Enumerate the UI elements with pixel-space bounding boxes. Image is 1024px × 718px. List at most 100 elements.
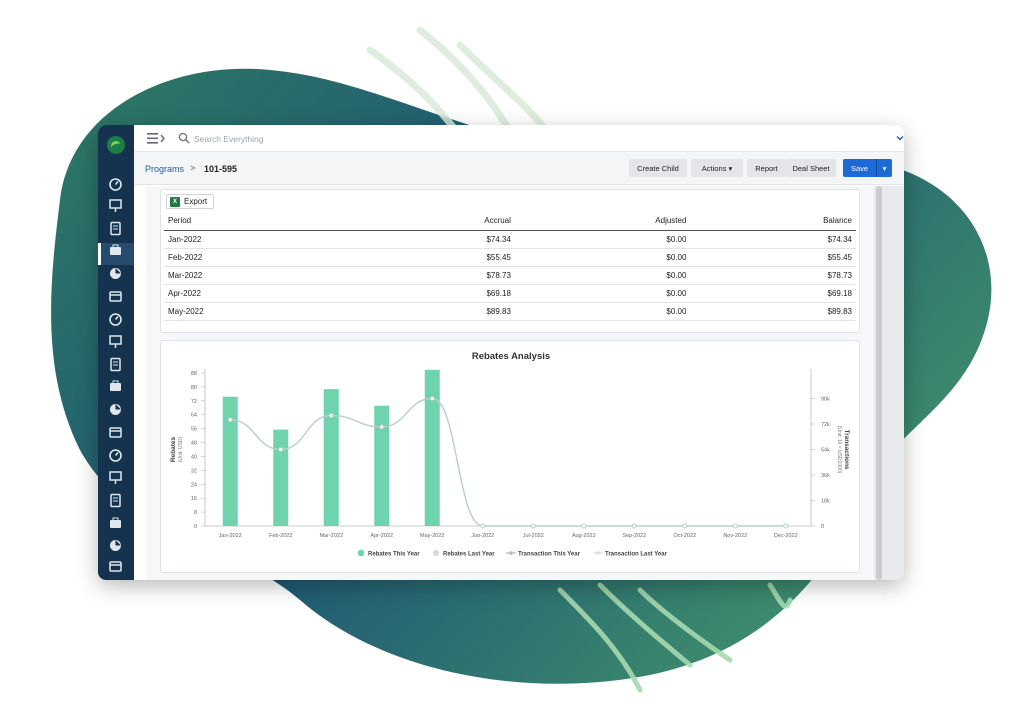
cell-period: May-2022	[164, 302, 360, 321]
excel-icon: X	[170, 196, 180, 207]
cell-adjusted: $0.00	[514, 248, 691, 267]
presentation-icon[interactable]	[108, 198, 123, 213]
bar-rebates-this-year	[222, 396, 238, 526]
point-transaction-this-year	[732, 523, 738, 529]
tag-icon[interactable]	[108, 357, 123, 372]
report-button[interactable]: Report	[747, 159, 786, 177]
y-tick-label: 48	[191, 441, 197, 447]
search-input[interactable]	[194, 130, 494, 147]
column-header-balance[interactable]: Balance	[690, 212, 856, 231]
bank-icon[interactable]	[108, 425, 123, 440]
legend-transaction-this-year-text: Transaction This Year	[518, 552, 581, 558]
export-label: Export	[184, 197, 208, 206]
save-button[interactable]: Save	[843, 159, 876, 177]
list-icon[interactable]	[108, 470, 123, 485]
cell-adjusted: $0.00	[514, 230, 691, 249]
y-tick-label: 16	[191, 496, 197, 502]
rebates-chart-card: Rebates Analysis 0 8 16 24 32 40 48 56 64 72 80 88 0 1…	[160, 340, 860, 573]
checklist-icon[interactable]	[108, 311, 123, 326]
pricing-icon[interactable]	[108, 379, 123, 394]
y-tick-label: 88	[191, 371, 197, 377]
point-transaction-this-year	[530, 523, 536, 529]
x-tick-label: Feb-2022	[269, 533, 293, 539]
cell-balance: $78.73	[690, 266, 856, 285]
table-row[interactable]: May-2022 $89.83 $0.00 $89.83	[164, 302, 856, 321]
y2-tick-label: 18k	[821, 499, 830, 505]
cell-period: Mar-2022	[164, 266, 360, 285]
create-child-button[interactable]: Create Child	[629, 159, 687, 177]
documents-icon[interactable]	[108, 243, 123, 258]
x-tick-label: Oct-2022	[673, 533, 696, 539]
save-options-button[interactable]: ▾	[876, 159, 892, 177]
top-bar	[134, 125, 904, 152]
menu-toggle-icon[interactable]	[147, 133, 165, 144]
table-header-row: Period Accrual Adjusted Balance	[164, 212, 856, 231]
accrual-table: Period Accrual Adjusted Balance Jan-2022…	[164, 212, 856, 321]
scrollbar-thumb[interactable]	[876, 186, 882, 580]
x-tick-label: May-2022	[420, 533, 444, 539]
column-header-adjusted[interactable]: Adjusted	[514, 212, 691, 231]
y-tick-label: 0	[194, 524, 197, 530]
pie-chart-icon[interactable]	[108, 402, 123, 417]
column-header-period[interactable]: Period	[164, 212, 360, 231]
y-axis-label: Rebates	[170, 436, 177, 462]
page: Programs > 101-595 Create Child Actions …	[0, 0, 1024, 718]
cell-period: Apr-2022	[164, 284, 360, 303]
contracts-icon[interactable]	[108, 334, 123, 349]
breadcrumb-separator: >	[190, 163, 196, 173]
y-tick-label: 32	[191, 468, 197, 474]
left-nav-rail	[98, 125, 134, 580]
x-tick-label: Jan-2022	[219, 533, 242, 539]
breadcrumb-bar: Programs > 101-595 Create Child Actions …	[134, 152, 904, 185]
app-window: Programs > 101-595 Create Child Actions …	[98, 125, 904, 580]
legend-rebates-this-year-marker	[357, 549, 365, 557]
deal-sheet-button[interactable]: Deal Sheet	[786, 159, 836, 177]
actions-dropdown-button[interactable]: Actions ▾	[691, 159, 743, 177]
rebates-chart: Rebates Analysis 0 8 16 24 32 40 48 56 64 72 80 88 0 1…	[170, 351, 850, 558]
briefcase-icon[interactable]	[108, 266, 123, 281]
y2-tick-label: 90k	[821, 397, 830, 403]
bar-rebates-this-year	[323, 389, 339, 526]
chevron-down-icon[interactable]	[896, 134, 904, 142]
dashboard-icon[interactable]	[108, 176, 123, 191]
y2-axis-unit: (Unit: 1k = USD1000)	[836, 426, 842, 474]
point-transaction-this-year	[429, 396, 435, 401]
card-icon[interactable]	[108, 493, 123, 508]
settings-icon[interactable]	[108, 559, 123, 574]
bar-rebates-this-year	[424, 369, 440, 526]
y-tick-label: 40	[191, 454, 197, 460]
tools-icon[interactable]	[108, 538, 123, 553]
legend-transaction-last-year-dot	[596, 551, 600, 555]
cell-balance: $55.45	[690, 248, 856, 267]
y-tick-label: 24	[191, 482, 197, 488]
line-transaction-this-year	[230, 397, 786, 527]
cell-accrual: $89.83	[359, 302, 515, 321]
bar-rebates-this-year	[273, 429, 289, 526]
breadcrumb-programs-link[interactable]: Programs	[145, 164, 184, 174]
export-button[interactable]: X Export	[166, 194, 215, 209]
accrual-table-card: X Export Period Accrual Adjusted Balance…	[160, 189, 860, 333]
cell-balance: $69.18	[690, 284, 856, 303]
cell-accrual: $69.18	[359, 284, 515, 303]
cell-adjusted: $0.00	[514, 266, 691, 285]
legend-transaction-last-year-text: Transaction Last Year	[605, 552, 668, 558]
y-tick-label: 8	[194, 510, 197, 516]
search-icon	[178, 132, 190, 144]
table-row[interactable]: Feb-2022 $55.45 $0.00 $55.45	[164, 248, 856, 267]
point-transaction-this-year	[379, 424, 385, 430]
table-row[interactable]: Jan-2022 $74.34 $0.00 $74.34	[164, 230, 856, 249]
point-transaction-this-year	[278, 447, 284, 452]
x-tick-label: Mar-2022	[319, 533, 343, 539]
table-row[interactable]: Apr-2022 $69.18 $0.00 $69.18	[164, 284, 856, 303]
headset-icon[interactable]	[108, 516, 123, 531]
cell-accrual: $74.34	[359, 230, 515, 249]
column-header-accrual[interactable]: Accrual	[359, 212, 515, 231]
cell-accrual: $55.45	[359, 248, 515, 267]
handshake-icon[interactable]	[108, 289, 123, 304]
x-tick-label: Jul-2022	[523, 533, 544, 539]
table-row[interactable]: Mar-2022 $78.73 $0.00 $78.73	[164, 266, 856, 285]
cell-adjusted: $0.00	[514, 302, 691, 321]
calendar-icon[interactable]	[108, 447, 123, 462]
monitor-icon[interactable]	[108, 221, 123, 236]
breadcrumb-current: 101-595	[204, 164, 238, 174]
